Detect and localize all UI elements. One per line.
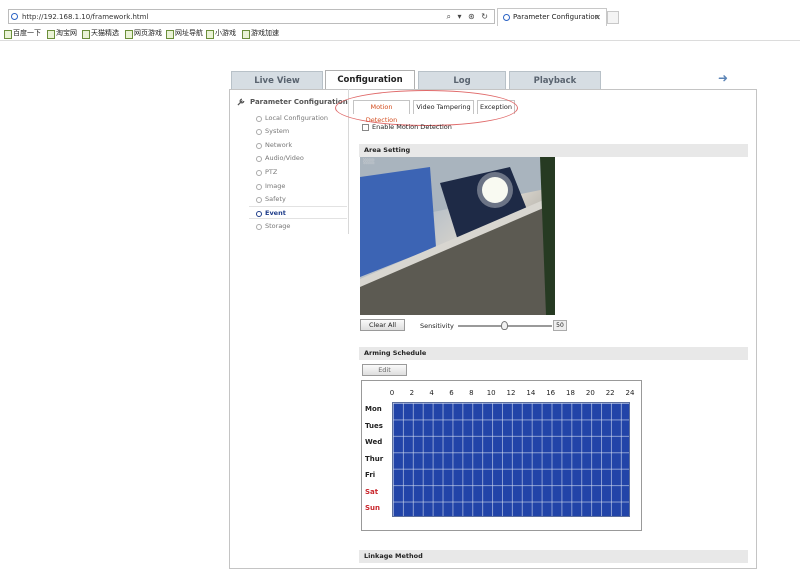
page-icon (503, 14, 510, 21)
address-tools-icons[interactable]: ⌕ ▾ ⊛ ↻ (446, 11, 490, 23)
day-label-thur: Thur (365, 455, 384, 463)
sensitivity-slider-thumb[interactable] (501, 321, 508, 330)
hour-label: 0 (389, 389, 395, 397)
logout-arrow-icon[interactable]: ➜ (718, 71, 728, 85)
sidebar-item-safety[interactable]: Safety (249, 193, 347, 206)
day-label-wed: Wed (365, 438, 383, 446)
favorite-link[interactable]: 百度一下 (4, 28, 41, 39)
linkage-method-header: Linkage Method (359, 550, 748, 563)
schedule-grid[interactable] (392, 402, 630, 517)
favorite-link[interactable]: 游戏加速 (242, 28, 279, 39)
sidebar-item-storage[interactable]: Storage (249, 220, 347, 233)
day-label-fri: Fri (365, 471, 376, 479)
tab-playback[interactable]: Playback (509, 71, 601, 90)
sidebar-item-ptz[interactable]: PTZ (249, 166, 347, 179)
hour-label: 22 (605, 389, 615, 397)
tab-live-view[interactable]: Live View (231, 71, 323, 90)
favorite-link[interactable]: 小游戏 (206, 28, 236, 39)
day-label-sat: Sat (365, 488, 379, 496)
sensitivity-label: Sensitivity (420, 322, 454, 330)
favorite-link[interactable]: 淘宝网 (47, 28, 77, 39)
day-label-sun: Sun (365, 504, 381, 512)
hour-label: 20 (585, 389, 595, 397)
clear-all-button[interactable]: Clear All (360, 319, 405, 331)
sensitivity-value[interactable]: 50 (553, 320, 567, 331)
area-setting-header: Area Setting (359, 144, 748, 157)
hour-label: 24 (625, 389, 635, 397)
favorite-link[interactable]: 网址导航 (166, 28, 203, 39)
hour-label: 6 (449, 389, 454, 397)
browser-tab[interactable]: Parameter Configuration ✕ (497, 8, 607, 26)
day-label-mon: Mon (365, 405, 382, 413)
address-bar[interactable]: http://192.168.1.10/framework.html ⌕ ▾ ⊛… (8, 9, 495, 24)
arming-schedule-header: Arming Schedule (359, 347, 748, 360)
hour-label: 4 (429, 389, 434, 397)
sidebar-item-system[interactable]: System (249, 125, 347, 138)
tab-configuration[interactable]: Configuration (325, 70, 415, 90)
highlight-annotation (335, 90, 518, 126)
sidebar-item-local-configuration[interactable]: Local Configuration (249, 112, 347, 125)
sidebar-item-event[interactable]: Event (249, 206, 347, 219)
ie-icon (11, 13, 18, 20)
sidebar-header: Parameter Configuration (250, 98, 348, 106)
browser-tab-title: Parameter Configuration (513, 13, 600, 21)
enable-motion-detection-checkbox[interactable] (362, 124, 369, 131)
hour-label: 16 (546, 389, 556, 397)
close-tab-icon[interactable]: ✕ (594, 12, 601, 23)
edit-schedule-button[interactable]: Edit (362, 364, 407, 376)
video-timestamp-overlay: ░░░ (363, 159, 375, 165)
hour-label: 18 (566, 389, 575, 397)
address-url[interactable]: http://192.168.1.10/framework.html (22, 11, 148, 23)
enable-motion-detection-label: Enable Motion Detection (372, 123, 452, 131)
sidebar-item-network[interactable]: Network (249, 139, 347, 152)
hour-label: 2 (409, 389, 415, 397)
hour-label: 12 (506, 389, 516, 397)
sidebar-item-audio-video[interactable]: Audio/Video (249, 152, 347, 165)
favorite-link[interactable]: 天猫精选 (82, 28, 119, 39)
video-preview[interactable]: ░░░ (360, 157, 555, 315)
new-tab-button[interactable] (607, 11, 619, 24)
camera-scene (360, 157, 555, 315)
browser-toolbar: http://192.168.1.10/framework.html ⌕ ▾ ⊛… (0, 7, 800, 27)
tab-log[interactable]: Log (418, 71, 506, 90)
hour-label: 10 (486, 389, 496, 397)
hour-label: 8 (469, 389, 474, 397)
wrench-icon (237, 98, 245, 106)
hour-label: 14 (526, 389, 536, 397)
sidebar-item-image[interactable]: Image (249, 180, 347, 193)
favorite-link[interactable]: 网页游戏 (125, 28, 162, 39)
day-label-tues: Tues (365, 422, 383, 430)
favorites-bar: 百度一下 淘宝网 天猫精选 网页游戏 网址导航 小游戏 游戏加速 (0, 27, 800, 41)
